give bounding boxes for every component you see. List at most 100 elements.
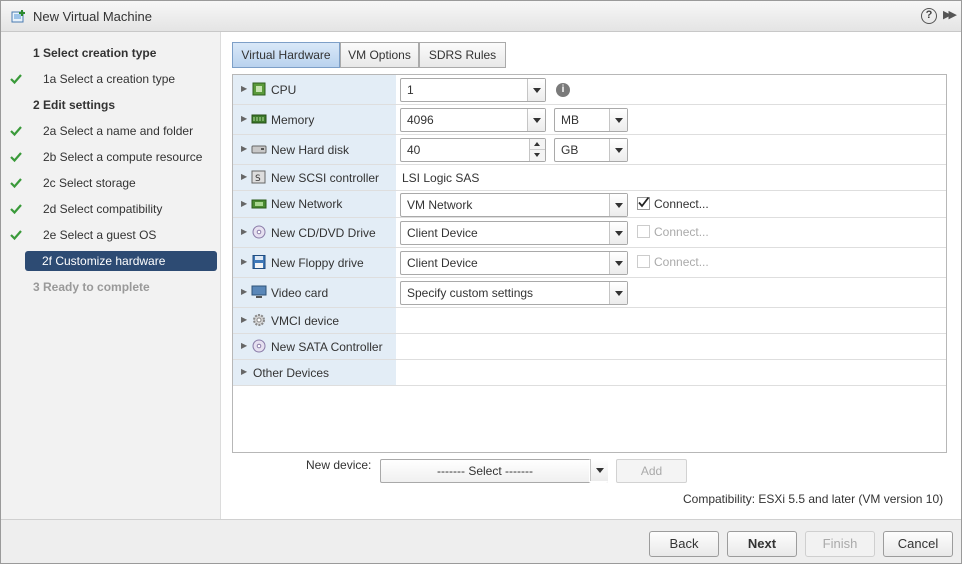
video-card-icon <box>251 285 267 298</box>
floppy-connect-label: Connect... <box>654 255 709 269</box>
cpu-icon <box>252 82 266 96</box>
expand-caret-icon[interactable]: ▶ <box>241 114 247 123</box>
new-vm-icon <box>11 10 25 23</box>
checkmark-icon <box>10 230 22 241</box>
chevron-down-icon[interactable] <box>609 139 627 161</box>
cd-dvd-label: New CD/DVD Drive <box>271 226 376 240</box>
floppy-label: New Floppy drive <box>271 256 364 270</box>
step-2-header: 2 Edit settings <box>33 98 116 112</box>
wizard-footer: Back Next Finish Cancel <box>1 519 961 563</box>
network-card-icon <box>251 199 267 209</box>
chevron-down-icon[interactable] <box>590 459 608 481</box>
video-card-select[interactable]: Specify custom settings <box>400 281 628 305</box>
content-pane: Virtual Hardware VM Options SDRS Rules ▶… <box>222 32 961 519</box>
info-icon[interactable]: i <box>556 83 570 97</box>
step-2b[interactable]: 2b Select a compute resource <box>43 147 202 167</box>
expand-caret-icon[interactable]: ▶ <box>241 315 247 324</box>
cancel-button[interactable]: Cancel <box>883 531 953 557</box>
spinner-control[interactable] <box>529 139 545 161</box>
step-1-header: 1 Select creation type <box>33 46 157 60</box>
checkmark-icon <box>10 152 22 163</box>
hard-disk-size-input[interactable]: 40 <box>400 138 546 162</box>
expand-caret-icon[interactable]: ▶ <box>241 287 247 296</box>
next-button[interactable]: Next <box>727 531 797 557</box>
scsi-controller-type: LSI Logic SAS <box>402 171 480 185</box>
cd-dvd-icon <box>252 225 266 239</box>
cpu-label: CPU <box>271 83 297 97</box>
hw-row-sata: ▶ New SATA Controller <box>233 334 946 360</box>
scsi-controller-label: New SCSI controller <box>271 171 380 185</box>
step-2e[interactable]: 2e Select a guest OS <box>43 225 156 245</box>
cd-dvd-connect-label: Connect... <box>654 225 709 239</box>
chevron-down-icon[interactable] <box>527 79 545 101</box>
network-select[interactable]: VM Network <box>400 193 628 217</box>
memory-size-input[interactable]: 4096 <box>400 108 546 132</box>
sata-controller-label: New SATA Controller <box>271 340 383 354</box>
floppy-select[interactable]: Client Device <box>400 251 628 275</box>
network-label: New Network <box>271 197 343 211</box>
window-title: New Virtual Machine <box>33 9 152 24</box>
network-connect-checkbox[interactable] <box>637 196 650 210</box>
hw-row-vmci: ▶ VMCI device <box>233 308 946 334</box>
expand-caret-icon[interactable]: ▶ <box>241 84 247 93</box>
title-bar: New Virtual Machine ? ▶▶ <box>1 1 961 32</box>
memory-label: Memory <box>271 113 315 127</box>
checkmark-icon <box>10 126 22 137</box>
expand-caret-icon[interactable]: ▶ <box>241 199 247 208</box>
chevron-down-icon[interactable] <box>609 109 627 131</box>
other-devices-label: Other Devices <box>253 366 330 380</box>
hard-disk-icon <box>251 145 267 154</box>
floppy-icon <box>252 255 266 269</box>
expand-caret-icon[interactable]: ▶ <box>241 257 247 266</box>
virtual-hardware-table: ▶ CPU 1 i ▶ Memory 4096 MB ▶ New Hard di… <box>232 74 947 453</box>
floppy-connect-checkbox <box>637 255 650 268</box>
chevron-down-icon[interactable] <box>609 282 627 304</box>
expand-icon[interactable]: ▶▶ <box>943 8 957 21</box>
expand-caret-icon[interactable]: ▶ <box>241 172 247 181</box>
hw-row-cd-dvd: ▶ New CD/DVD Drive Client Device Connect… <box>233 218 946 248</box>
memory-icon <box>251 114 267 124</box>
tab-vm-options[interactable]: VM Options <box>340 42 419 68</box>
cpu-count-select[interactable]: 1 <box>400 78 546 102</box>
compatibility-text: Compatibility: ESXi 5.5 and later (VM ve… <box>683 492 944 506</box>
network-connect-label: Connect... <box>654 197 709 211</box>
step-2a[interactable]: 2a Select a name and folder <box>43 121 193 141</box>
wizard-steps-nav: 1 Select creation type 1a Select a creat… <box>1 32 221 519</box>
step-2c[interactable]: 2c Select storage <box>43 173 136 193</box>
back-button[interactable]: Back <box>649 531 719 557</box>
finish-button: Finish <box>805 531 875 557</box>
expand-caret-icon[interactable]: ▶ <box>241 367 247 376</box>
checkmark-icon <box>638 196 650 208</box>
chevron-down-icon[interactable] <box>527 109 545 131</box>
step-1a[interactable]: 1a Select a creation type <box>43 69 175 89</box>
checkmark-icon <box>10 204 22 215</box>
chevron-down-icon[interactable] <box>609 194 627 216</box>
new-device-label: New device: <box>306 458 372 472</box>
new-device-select[interactable]: ------- Select ------- <box>380 459 608 483</box>
memory-unit-select[interactable]: MB <box>554 108 628 132</box>
expand-caret-icon[interactable]: ▶ <box>241 144 247 153</box>
expand-caret-icon[interactable]: ▶ <box>241 341 247 350</box>
tab-sdrs-rules[interactable]: SDRS Rules <box>419 42 506 68</box>
hw-row-other-devices: ▶ Other Devices <box>233 360 946 386</box>
hw-row-video-card: ▶ Video card Specify custom settings <box>233 278 946 308</box>
step-2d[interactable]: 2d Select compatibility <box>43 199 162 219</box>
add-device-button[interactable]: Add <box>616 459 687 483</box>
scsi-controller-icon: S <box>251 170 266 184</box>
hard-disk-unit-select[interactable]: GB <box>554 138 628 162</box>
sata-controller-icon <box>252 339 266 353</box>
step-2f-active[interactable]: 2f Customize hardware <box>25 251 217 271</box>
hw-row-hard-disk: ▶ New Hard disk 40 GB <box>233 135 946 165</box>
new-vm-wizard-window: New Virtual Machine ? ▶▶ 1 Select creati… <box>0 0 962 564</box>
chevron-down-icon[interactable] <box>609 252 627 274</box>
hw-row-floppy: ▶ New Floppy drive Client Device Connect… <box>233 248 946 278</box>
tab-virtual-hardware[interactable]: Virtual Hardware <box>232 42 340 68</box>
video-card-label: Video card <box>271 286 329 300</box>
expand-caret-icon[interactable]: ▶ <box>241 227 247 236</box>
chevron-down-icon[interactable] <box>609 222 627 244</box>
help-icon[interactable]: ? <box>921 8 937 24</box>
cd-dvd-select[interactable]: Client Device <box>400 221 628 245</box>
hw-row-scsi: ▶ S New SCSI controller LSI Logic SAS <box>233 165 946 191</box>
step-3: 3 Ready to complete <box>33 280 150 294</box>
hw-row-memory: ▶ Memory 4096 MB <box>233 105 946 135</box>
